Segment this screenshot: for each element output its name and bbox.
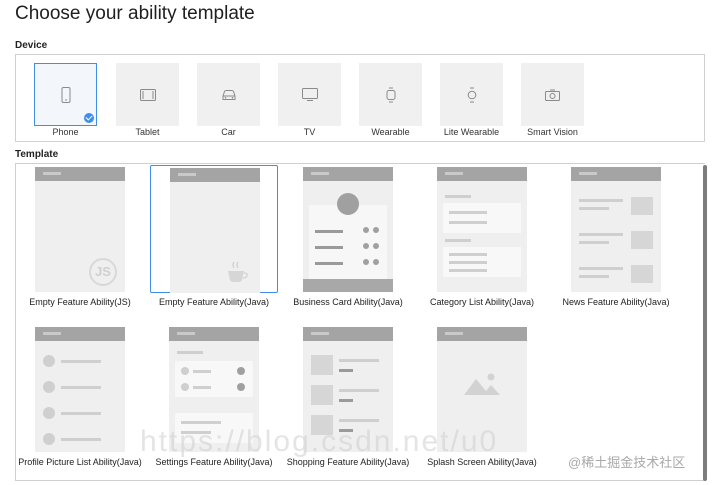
template-name: Empty Feature Ability(Java) <box>158 297 270 307</box>
device-smart-vision[interactable]: Smart Vision <box>521 63 584 137</box>
device-tile[interactable] <box>34 63 97 126</box>
template-card[interactable] <box>284 165 412 293</box>
lite-wearable-icon <box>467 87 476 102</box>
device-label: Tablet <box>135 127 160 137</box>
image-placeholder-icon <box>311 385 333 405</box>
device-label: Car <box>221 127 236 137</box>
phone-mockup: JS <box>35 167 125 292</box>
device-lite-wearable[interactable]: Lite Wearable <box>440 63 503 137</box>
template-name: Profile Picture List Ability(Java) <box>18 457 142 467</box>
template-card[interactable] <box>418 165 546 293</box>
phone-icon <box>61 86 70 103</box>
selected-check-icon <box>84 113 94 123</box>
image-placeholder-icon <box>311 355 333 375</box>
tablet-icon <box>139 88 156 101</box>
template-name: Business Card Ability(Java) <box>293 297 403 307</box>
device-tablet[interactable]: Tablet <box>116 63 179 137</box>
device-tv[interactable]: TV <box>278 63 341 137</box>
device-tile[interactable] <box>116 63 179 126</box>
tv-icon <box>301 88 318 101</box>
device-label: TV <box>303 127 316 137</box>
template-badge: JS <box>89 258 117 286</box>
device-label: Phone <box>52 127 79 137</box>
template-scrollbar[interactable] <box>703 165 707 481</box>
device-label: Smart Vision <box>527 127 578 137</box>
device-label: Lite Wearable <box>443 127 500 137</box>
phone-mockup <box>303 167 393 292</box>
device-section-label: Device <box>15 40 48 51</box>
template-name: News Feature Ability(Java) <box>562 297 670 307</box>
image-placeholder-icon <box>631 197 653 215</box>
device-car[interactable]: Car <box>197 63 260 137</box>
device-tile[interactable] <box>197 63 260 126</box>
image-placeholder-icon <box>464 373 500 395</box>
camera-icon <box>545 89 560 101</box>
device-panel: Phone Tablet Car TV Wearable Lite Wearab… <box>15 54 705 142</box>
watermark-url: https://blog.csdn.net/u0 <box>140 425 499 458</box>
coffee-cup-icon <box>228 261 248 282</box>
image-placeholder-icon <box>631 231 653 249</box>
template-name: Empty Feature Ability(JS) <box>29 297 131 307</box>
device-tile[interactable] <box>359 63 422 126</box>
template-section-label: Template <box>15 149 59 160</box>
image-placeholder-icon <box>631 265 653 283</box>
template-card[interactable] <box>552 165 680 293</box>
car-icon <box>222 89 235 100</box>
template-card[interactable] <box>16 325 144 453</box>
phone-mockup <box>35 327 125 452</box>
watermark-site-label: @稀土掘金技术社区 <box>568 455 686 470</box>
phone-mockup <box>571 167 661 292</box>
device-tile[interactable] <box>521 63 584 126</box>
device-phone[interactable]: Phone <box>34 63 97 137</box>
wearable-icon <box>386 87 395 102</box>
template-card[interactable] <box>150 165 278 293</box>
device-label: Wearable <box>371 127 410 137</box>
device-tile[interactable] <box>440 63 503 126</box>
phone-mockup <box>437 167 527 292</box>
template-card[interactable]: JS <box>16 165 144 293</box>
device-wearable[interactable]: Wearable <box>359 63 422 137</box>
phone-mockup <box>170 168 260 293</box>
device-tile[interactable] <box>278 63 341 126</box>
template-name: Category List Ability(Java) <box>429 297 535 307</box>
page-title: Choose your ability template <box>15 3 255 24</box>
